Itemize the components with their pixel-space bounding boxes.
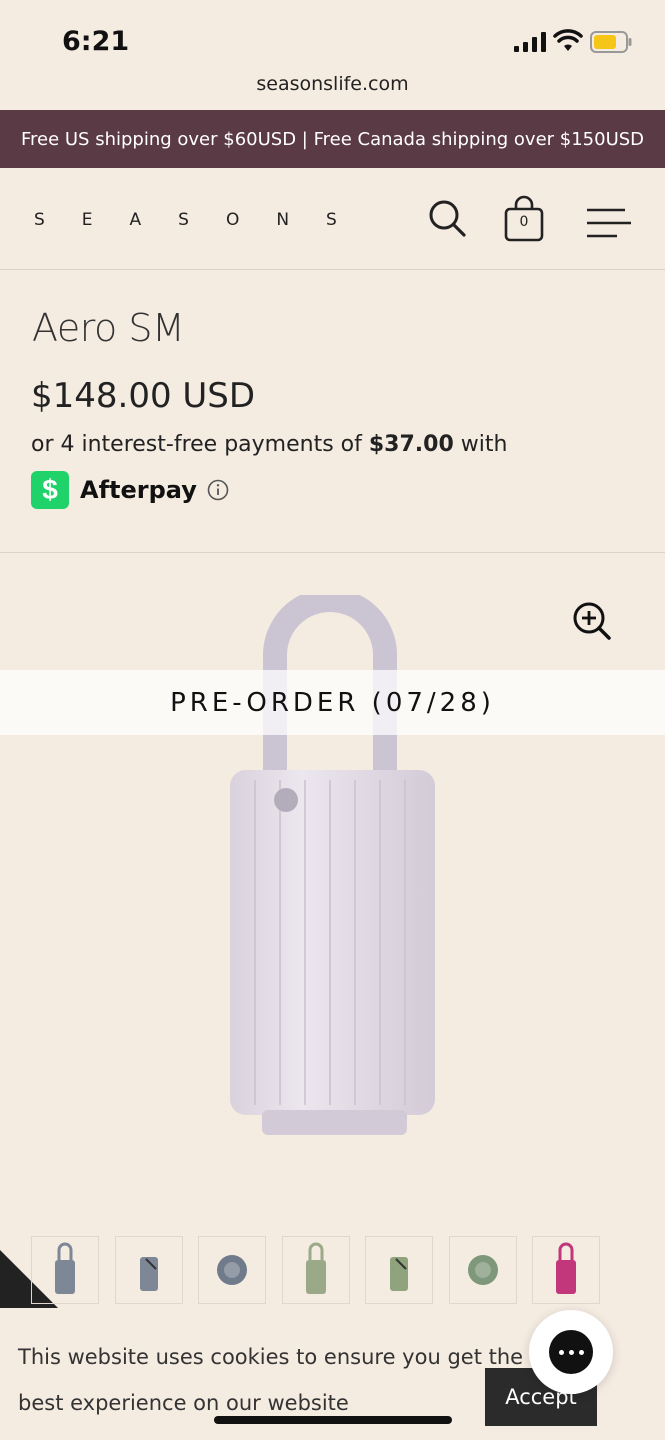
menu-button[interactable]	[585, 206, 633, 240]
lantern-top-thumb	[467, 1255, 498, 1285]
afterpay-amount: $37.00	[368, 432, 454, 457]
search-icon	[429, 200, 466, 237]
chat-button[interactable]	[529, 1310, 613, 1394]
divider	[0, 552, 665, 553]
product-price: $148.00 USD	[31, 376, 256, 416]
thumbnail[interactable]	[281, 1236, 350, 1304]
lantern-side-thumb	[139, 1257, 158, 1291]
afterpay-name: Afterpay	[80, 476, 197, 504]
thumbnail-strip	[31, 1236, 665, 1304]
afterpay-prefix: or 4 interest-free payments of	[31, 432, 369, 457]
status-bar: 6:21 seasonslife.com	[0, 0, 665, 95]
lantern-top-thumb	[217, 1255, 247, 1285]
status-time: 6:21	[62, 26, 130, 57]
chat-icon	[549, 1330, 593, 1374]
afterpay-text: or 4 interest-free payments of $37.00 wi…	[31, 432, 507, 457]
info-icon[interactable]	[207, 479, 229, 501]
thumbnail[interactable]	[198, 1236, 266, 1304]
thumbnail[interactable]	[448, 1236, 517, 1304]
afterpay-suffix: with	[453, 432, 508, 457]
search-button[interactable]	[426, 198, 468, 240]
announcement-text: Free US shipping over $60USD | Free Cana…	[20, 128, 645, 150]
preorder-banner: PRE-ORDER (07/28)	[0, 670, 665, 735]
lantern-side-thumb	[390, 1257, 408, 1291]
hamburger-icon	[587, 208, 631, 238]
cookie-text: This website uses cookies to ensure you …	[18, 1345, 524, 1415]
cart-count: 0	[519, 214, 529, 230]
wifi-icon	[553, 29, 583, 51]
preorder-label: PRE-ORDER (07/28)	[170, 687, 495, 718]
browser-url[interactable]: seasonslife.com	[0, 73, 665, 95]
product-title: Aero SM	[32, 306, 185, 350]
thumbnail[interactable]	[532, 1236, 600, 1304]
zoom-button[interactable]	[572, 601, 612, 641]
battery-icon	[590, 31, 632, 53]
thumbnail[interactable]	[365, 1236, 433, 1304]
lantern-thumb	[556, 1242, 576, 1294]
thumbnail[interactable]	[31, 1236, 99, 1304]
afterpay-badge[interactable]: $ Afterpay	[31, 471, 229, 509]
zoom-in-icon	[573, 602, 611, 640]
lantern-thumb	[55, 1242, 75, 1294]
cart-button[interactable]: 0	[503, 195, 545, 243]
home-indicator[interactable]	[214, 1416, 452, 1424]
announcement-bar: Free US shipping over $60USD | Free Cana…	[0, 110, 665, 168]
thumbnail[interactable]	[114, 1236, 183, 1304]
lantern-thumb	[305, 1242, 326, 1294]
afterpay-logo: $	[31, 471, 69, 509]
site-header: SEASONS 0	[0, 168, 665, 270]
brand-logo[interactable]: SEASONS	[34, 210, 374, 230]
signal-icon	[514, 32, 546, 52]
